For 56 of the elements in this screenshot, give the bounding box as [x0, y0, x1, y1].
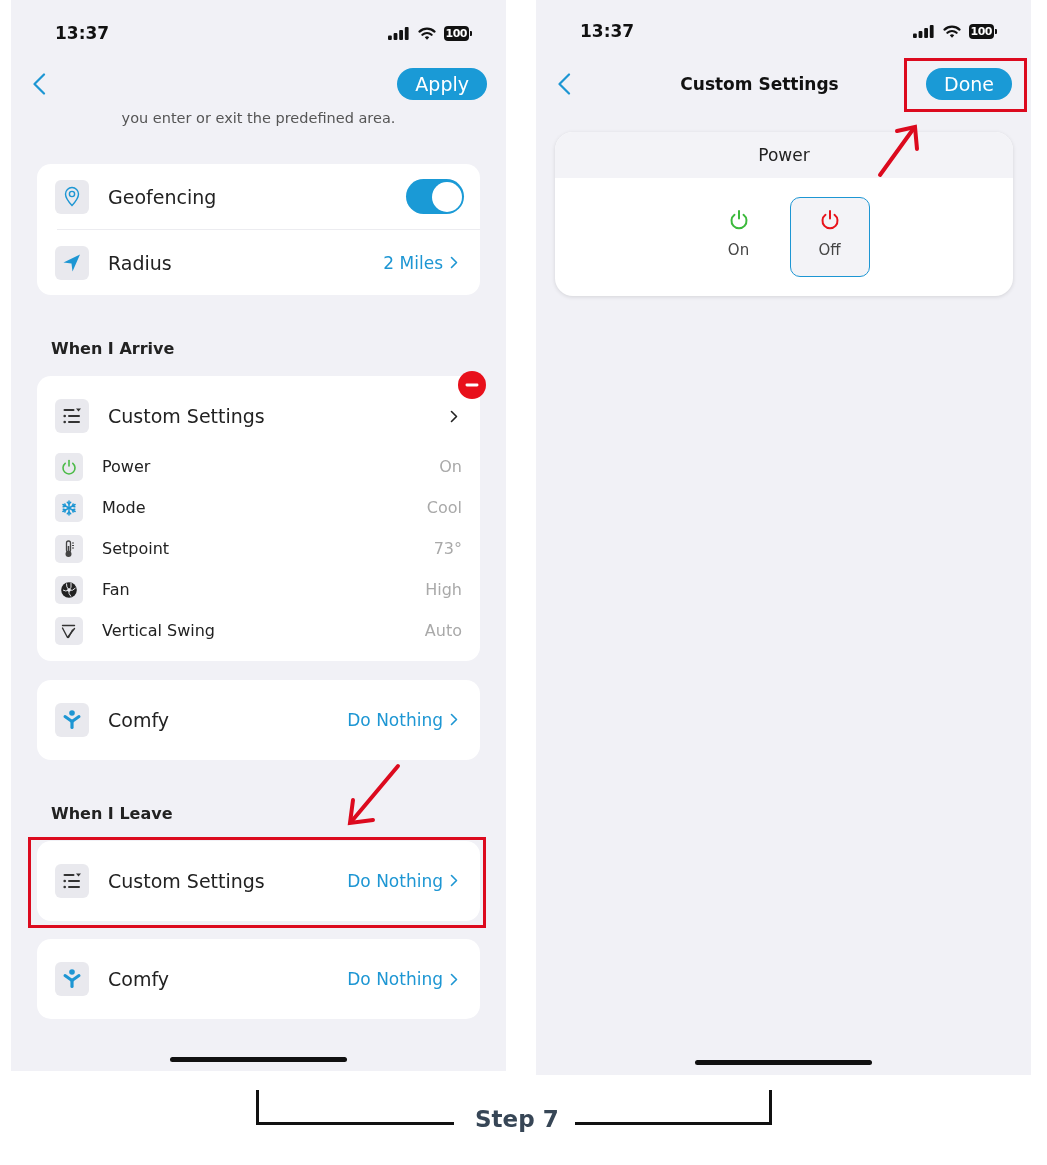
- action-card[interactable]: Comfy Do Nothing: [37, 939, 480, 1019]
- detail-label: Mode: [102, 498, 147, 517]
- person-icon: [55, 702, 89, 737]
- detail-label: Vertical Swing: [102, 621, 216, 640]
- step-label: Step 7: [475, 1105, 559, 1133]
- wifi-icon: [942, 24, 961, 38]
- snowflake-icon: [55, 493, 83, 522]
- chevron-icon: [450, 874, 458, 887]
- battery-indicator: 100: [443, 25, 472, 41]
- action-card[interactable]: Custom Settings Power On Mode Cool Setpoint 73° Fan High Vertical Swing Auto: [37, 376, 480, 661]
- chevron-icon: [450, 713, 458, 726]
- signal-icon: [387, 26, 410, 40]
- section-heading: When I Arrive: [51, 338, 176, 360]
- back-icon[interactable]: [32, 73, 46, 95]
- wifi-icon: [417, 26, 436, 40]
- detail-value: On: [439, 457, 462, 476]
- setting-label: Geofencing: [108, 185, 218, 208]
- swing-icon: [55, 616, 83, 645]
- option-button[interactable]: On: [698, 197, 779, 277]
- intro-text: you enter or exit the predefined area.: [120, 109, 397, 128]
- thermometer-icon: [55, 534, 83, 563]
- fan-icon: [55, 575, 83, 604]
- back-icon[interactable]: [557, 73, 571, 95]
- detail-label: Fan: [102, 580, 131, 599]
- action-label: Custom Settings: [108, 869, 266, 892]
- power-icon: [55, 452, 83, 481]
- detail-value: Cool: [426, 498, 462, 517]
- option-button[interactable]: Off: [789, 197, 870, 277]
- chevron-icon: [450, 972, 458, 986]
- detail-value: High: [425, 580, 462, 599]
- action-label: Comfy: [108, 968, 170, 990]
- signal-icon: [912, 24, 935, 38]
- detail-value: Auto: [424, 621, 462, 640]
- settings-list-icon: [55, 863, 89, 898]
- setting-label: Radius: [108, 251, 173, 274]
- action-card[interactable]: Custom Settings Do Nothing: [37, 840, 480, 921]
- remove-icon[interactable]: [458, 371, 486, 399]
- chevron-icon: [450, 256, 458, 269]
- detail-label: Power: [102, 457, 152, 476]
- battery-indicator: 100: [968, 23, 997, 39]
- action-label: Custom Settings: [108, 405, 266, 427]
- card-header: Power: [555, 132, 1013, 178]
- detail-value: 73°: [433, 539, 462, 558]
- status-time: 13:37: [580, 21, 635, 41]
- section-heading: When I Leave: [51, 802, 174, 825]
- toggle-switch[interactable]: [406, 179, 464, 214]
- screen-title: Custom Settings: [680, 74, 839, 94]
- person-icon: [55, 962, 89, 996]
- chevron-icon: [450, 409, 458, 423]
- action-label: Comfy: [108, 708, 170, 731]
- location-pin-icon: [55, 179, 89, 214]
- detail-label: Setpoint: [102, 539, 171, 558]
- status-time: 13:37: [55, 23, 110, 43]
- action-card[interactable]: Comfy Do Nothing: [37, 679, 480, 760]
- annotation-arrow: [346, 762, 402, 827]
- settings-list-icon: [55, 399, 89, 433]
